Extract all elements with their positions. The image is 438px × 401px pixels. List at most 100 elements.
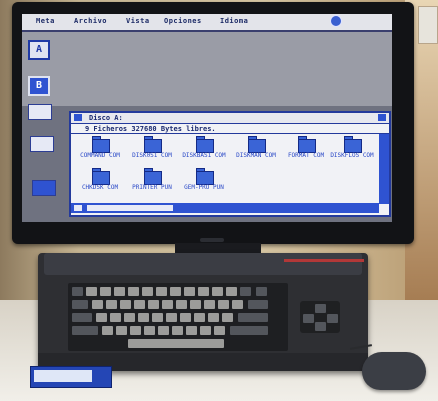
key <box>176 300 187 309</box>
key <box>162 300 173 309</box>
file-item[interactable]: PRINTER PUN <box>127 168 177 205</box>
key <box>180 313 191 322</box>
file-name: PRINTER PUN <box>132 184 172 191</box>
scroll-thumb[interactable] <box>87 205 173 211</box>
file-name: COMMAND COM <box>80 152 120 159</box>
menu-item-idioma[interactable]: Idioma <box>220 17 248 25</box>
vertical-scrollbar[interactable] <box>379 134 389 204</box>
folder-icon <box>144 171 162 185</box>
fullscreen-icon[interactable] <box>378 114 386 121</box>
folder-icon <box>196 139 214 153</box>
file-name: DISKFLOS COM <box>330 152 374 159</box>
menu-item-archivo[interactable]: Archivo <box>74 17 107 25</box>
window-title-bar[interactable]: Disco A: <box>71 113 389 124</box>
drive-a-icon[interactable]: A <box>28 40 50 60</box>
file-name: DISKBAS1 COM <box>182 152 226 159</box>
key <box>106 300 117 309</box>
key <box>208 313 219 322</box>
file-window: Disco A: 9 Ficheros 327680 Bytes libres.… <box>69 111 391 217</box>
cursor-keys <box>300 301 340 333</box>
key <box>204 300 215 309</box>
desktop-band <box>22 32 392 106</box>
key <box>148 300 159 309</box>
file-name: DISK0S1 COM <box>132 152 172 159</box>
monitor-logo <box>200 238 224 242</box>
menu-bar: Meta Archivo Vista Opciones Idioma <box>22 14 392 30</box>
computer-icon[interactable] <box>30 136 54 152</box>
folder-icon <box>196 171 214 185</box>
monitor: Meta Archivo Vista Opciones Idioma A B D… <box>12 2 414 244</box>
key <box>315 322 326 331</box>
key <box>158 326 169 335</box>
menu-item-opciones[interactable]: Opciones <box>164 17 202 25</box>
file-name: GEM-PRO PUN <box>184 184 224 191</box>
file-item[interactable]: DISKFLOS COM <box>327 136 377 173</box>
horizontal-scrollbar[interactable] <box>71 203 379 213</box>
key <box>144 326 155 335</box>
file-item[interactable]: CHKDSK COM <box>75 168 125 205</box>
key <box>156 287 167 296</box>
menu-item-vista[interactable]: Vista <box>126 17 150 25</box>
key <box>114 287 125 296</box>
msx-computer <box>38 253 368 371</box>
monitor-screen: Meta Archivo Vista Opciones Idioma A B D… <box>22 14 392 222</box>
key <box>226 287 237 296</box>
key <box>102 326 113 335</box>
space-bar <box>128 339 224 348</box>
key <box>184 287 195 296</box>
folder-icon <box>248 139 266 153</box>
menu-item-meta[interactable]: Meta <box>36 17 55 25</box>
key <box>72 287 83 296</box>
key <box>200 326 211 335</box>
printer-icon[interactable] <box>28 104 52 120</box>
key <box>134 300 145 309</box>
file-name: CHKDSK COM <box>81 184 119 191</box>
key <box>172 326 183 335</box>
key <box>248 300 268 309</box>
key <box>190 300 201 309</box>
key <box>152 313 163 322</box>
file-name: DISKMAN COM <box>236 152 276 159</box>
key <box>212 287 223 296</box>
folder-icon <box>344 139 362 153</box>
key <box>116 326 127 335</box>
folder-icon <box>144 139 162 153</box>
key <box>198 287 209 296</box>
key <box>232 300 243 309</box>
key <box>315 304 326 313</box>
key <box>218 300 229 309</box>
key <box>327 314 338 323</box>
file-item[interactable]: FORMAT COM <box>281 136 331 173</box>
key <box>222 313 233 322</box>
floppy-label <box>34 370 92 382</box>
window-info-bar: 9 Ficheros 327680 Bytes libres. <box>71 124 389 134</box>
file-item[interactable]: GEM-PRO PUN <box>179 168 229 205</box>
key <box>96 313 107 322</box>
file-item[interactable]: DISKMAN COM <box>231 136 281 173</box>
key <box>186 326 197 335</box>
folder-icon <box>92 171 110 185</box>
close-icon[interactable] <box>74 114 82 121</box>
color-stripe <box>284 259 364 262</box>
drive-b-icon[interactable]: B <box>28 76 50 96</box>
key <box>130 326 141 335</box>
key <box>92 300 103 309</box>
globe-icon[interactable] <box>330 15 342 27</box>
window-title: Disco A: <box>89 114 123 122</box>
folder-icon <box>298 139 316 153</box>
keyboard <box>68 283 288 351</box>
key <box>194 313 205 322</box>
key <box>256 287 267 296</box>
key <box>303 314 314 323</box>
computer-top-panel <box>44 253 364 275</box>
key <box>214 326 225 335</box>
key <box>128 287 139 296</box>
key <box>86 287 97 296</box>
file-name: FORMAT COM <box>287 152 325 159</box>
key <box>166 313 177 322</box>
key <box>240 287 251 296</box>
key <box>72 313 92 322</box>
trash-icon[interactable] <box>32 180 56 196</box>
key <box>230 326 268 335</box>
scroll-left-icon[interactable] <box>74 205 82 211</box>
